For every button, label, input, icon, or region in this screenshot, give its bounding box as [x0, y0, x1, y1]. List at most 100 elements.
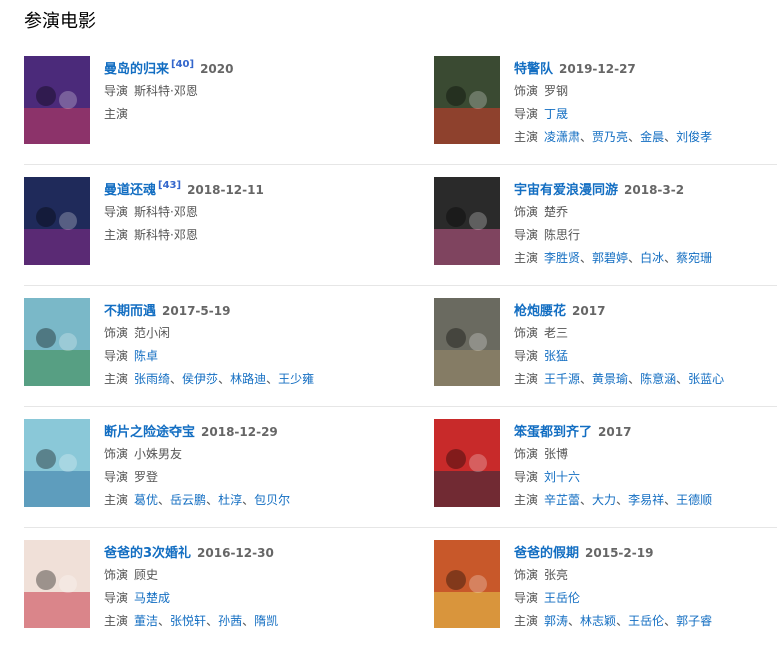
movie-title-link[interactable]: 曼岛的归来	[104, 62, 169, 77]
cast-link[interactable]: 辛芷蕾	[544, 493, 580, 507]
movie-title-link[interactable]: 不期而遇	[104, 304, 156, 319]
cast-link[interactable]: 王千源	[544, 372, 580, 386]
movie-poster[interactable]	[24, 177, 90, 265]
cast-separator: 、	[158, 614, 171, 628]
director-line: 导演 斯科特·邓恩	[104, 202, 364, 222]
director-link[interactable]: 张猛	[544, 349, 568, 363]
movie-poster[interactable]	[24, 56, 90, 144]
director-line: 导演 刘十六	[514, 467, 774, 487]
cast-link[interactable]: 杜淳	[218, 493, 242, 507]
cast-link[interactable]: 凌潇肃	[544, 130, 580, 144]
movie-title-link[interactable]: 笨蛋都到齐了	[514, 425, 592, 440]
movie-poster[interactable]	[434, 298, 500, 386]
director-label: 导演	[514, 470, 539, 484]
cast-link[interactable]: 岳云鹏	[170, 493, 206, 507]
cast-line: 主演 斯科特·邓恩	[104, 225, 364, 245]
role-value: 老三	[544, 326, 569, 340]
cast-link[interactable]: 陈意涵	[640, 372, 676, 386]
movie-info: 笨蛋都到齐了 2017 饰演 张博 导演 刘十六 主演 辛芷蕾、大力、李易祥、王德顺	[514, 421, 774, 513]
cast-link[interactable]: 大力	[592, 493, 616, 507]
cast-label: 主演	[104, 614, 129, 628]
movie-title-link[interactable]: 断片之险途夺宝	[104, 425, 195, 440]
movie-info: 枪炮腰花 2017 饰演 老三 导演 张猛 主演 王千源、黄景瑜、陈意涵、张蓝心	[514, 300, 774, 392]
movie-row: 曼道还魂 [43] 2018-12-11 导演 斯科特·邓恩 主演 斯科特·邓恩 宇宙有爱浪漫…	[24, 165, 777, 286]
cast-link[interactable]: 黄景瑜	[592, 372, 628, 386]
director-link[interactable]: 马楚成	[134, 591, 170, 605]
director-label: 导演	[514, 349, 539, 363]
cast-link[interactable]: 包贝尔	[254, 493, 290, 507]
cast-link[interactable]: 隋凯	[254, 614, 278, 628]
director-link[interactable]: 刘十六	[544, 470, 580, 484]
role-value: 罗钢	[544, 84, 569, 98]
movie-info: 特警队 2019-12-27 饰演 罗钢 导演 丁晟 主演 凌潇肃、贾乃亮、金晨、刘俊孝	[514, 58, 774, 150]
director-link[interactable]: 王岳伦	[544, 591, 580, 605]
cast-separator: 、	[664, 493, 677, 507]
role-value: 张博	[544, 447, 569, 461]
movie-info: 爸爸的假期 2015-2-19 饰演 张亮 导演 王岳伦 主演 郭涛、林志颖、王岳伦、郭子睿	[514, 542, 774, 634]
cast-link[interactable]: 董洁	[134, 614, 158, 628]
director-line: 导演 斯科特·邓恩	[104, 81, 364, 101]
cast-link[interactable]: 林志颖	[580, 614, 616, 628]
movie-poster[interactable]	[24, 540, 90, 628]
cast-separator: 、	[616, 493, 629, 507]
movie-title-link[interactable]: 爸爸的假期	[514, 546, 579, 561]
movie-poster[interactable]	[24, 419, 90, 507]
cast-separator: 、	[242, 614, 255, 628]
director-label: 导演	[104, 349, 129, 363]
reference-link[interactable]: [40]	[171, 59, 194, 70]
cast-link[interactable]: 郭碧婷	[592, 251, 628, 265]
cast-separator: 、	[628, 130, 641, 144]
cast-link[interactable]: 侯伊莎	[182, 372, 218, 386]
cast-separator: 、	[676, 372, 689, 386]
movie-title-line: 枪炮腰花 2017	[514, 300, 774, 320]
cast-link[interactable]: 金晨	[640, 130, 664, 144]
cast-link[interactable]: 张悦轩	[170, 614, 206, 628]
movie-title-link[interactable]: 曼道还魂	[104, 183, 156, 198]
reference-link[interactable]: [43]	[158, 180, 181, 191]
movie-poster[interactable]	[434, 56, 500, 144]
cast-link[interactable]: 葛优	[134, 493, 158, 507]
movie-poster[interactable]	[434, 177, 500, 265]
cast-link[interactable]: 刘俊孝	[676, 130, 712, 144]
director-link[interactable]: 陈卓	[134, 349, 158, 363]
director-label: 导演	[104, 470, 129, 484]
cast-link[interactable]: 郭涛	[544, 614, 568, 628]
movie-title-link[interactable]: 特警队	[514, 62, 553, 77]
cast-label: 主演	[104, 493, 129, 507]
movie-poster[interactable]	[434, 419, 500, 507]
cast-link[interactable]: 蔡宛珊	[676, 251, 712, 265]
cast-link[interactable]: 贾乃亮	[592, 130, 628, 144]
role-value: 范小闲	[134, 326, 171, 340]
cast-link[interactable]: 张蓝心	[688, 372, 724, 386]
director-label: 导演	[514, 591, 539, 605]
cast-link[interactable]: 王岳伦	[628, 614, 664, 628]
cast-link[interactable]: 白冰	[640, 251, 664, 265]
movie-poster[interactable]	[434, 540, 500, 628]
cast-separator: 、	[580, 372, 593, 386]
cast-separator: 、	[266, 372, 279, 386]
director-link[interactable]: 丁晟	[544, 107, 568, 121]
role-label: 饰演	[514, 84, 539, 98]
cast-link[interactable]: 林路迪	[230, 372, 266, 386]
movie-poster[interactable]	[24, 298, 90, 386]
cast-line: 主演 郭涛、林志颖、王岳伦、郭子睿	[514, 611, 774, 631]
cast-link[interactable]: 李易祥	[628, 493, 664, 507]
director-line: 导演 罗登	[104, 467, 364, 487]
movie-title-link[interactable]: 宇宙有爱浪漫同游	[514, 183, 618, 198]
cast-link[interactable]: 孙茜	[218, 614, 242, 628]
movie-row: 爸爸的3次婚礼 2016-12-30 饰演 顾史 导演 马楚成 主演 董洁、张悦轩、孙茜、隋凯…	[24, 528, 777, 649]
movie-row: 曼岛的归来 [40] 2020 导演 斯科特·邓恩 主演 特警队 2019-12-27 饰演 罗钢…	[24, 44, 777, 165]
movie-title-link[interactable]: 枪炮腰花	[514, 304, 566, 319]
cast-separator: 、	[206, 493, 219, 507]
section-title: 参演电影	[24, 11, 96, 32]
cast-link[interactable]: 王少雍	[278, 372, 314, 386]
movie-title-link[interactable]: 爸爸的3次婚礼	[104, 546, 191, 561]
cast-link[interactable]: 李胜贤	[544, 251, 580, 265]
cast-link[interactable]: 郭子睿	[676, 614, 712, 628]
release-date: 2015-2-19	[585, 546, 654, 560]
movie-info: 爸爸的3次婚礼 2016-12-30 饰演 顾史 导演 马楚成 主演 董洁、张悦轩、孙茜、隋凯	[104, 542, 364, 634]
director-name: 斯科特·邓恩	[134, 84, 198, 98]
cast-separator: 、	[568, 614, 581, 628]
cast-link[interactable]: 王德顺	[676, 493, 712, 507]
cast-link[interactable]: 张雨绮	[134, 372, 170, 386]
